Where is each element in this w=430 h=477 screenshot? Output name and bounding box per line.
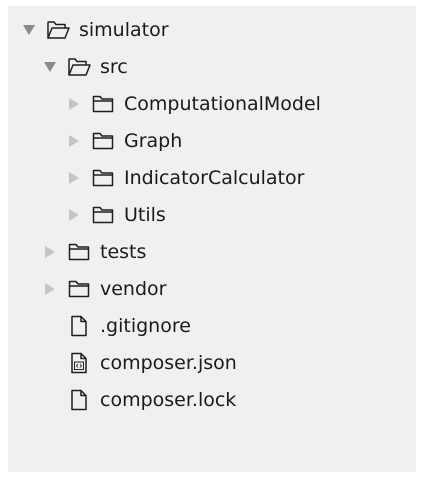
tree-item-label: ComputationalModel: [124, 93, 321, 115]
tree-item-label: IndicatorCalculator: [124, 167, 305, 189]
folder-icon: [67, 234, 91, 270]
tree-item-label: Utils: [124, 204, 166, 226]
tree-item-label: composer.lock: [100, 389, 237, 411]
tree-item-composer-json[interactable]: composer.json: [67, 345, 237, 381]
tree-item-tests[interactable]: tests: [41, 234, 146, 270]
collapsed-arrow-icon[interactable]: [41, 234, 59, 270]
tree-item-simulator[interactable]: simulator: [20, 12, 169, 48]
collapsed-arrow-icon[interactable]: [41, 271, 59, 307]
folder-open-icon: [46, 12, 70, 48]
tree-item-utils[interactable]: Utils: [65, 197, 166, 233]
tree-item-label: vendor: [100, 278, 167, 300]
folder-icon: [91, 86, 115, 122]
folder-icon: [91, 160, 115, 196]
folder-icon: [91, 123, 115, 159]
expanded-arrow-icon[interactable]: [20, 12, 38, 48]
file-icon: [67, 308, 91, 344]
tree-item-label: simulator: [79, 19, 169, 41]
tree-item-gitignore[interactable]: .gitignore: [67, 308, 191, 344]
collapsed-arrow-icon[interactable]: [65, 160, 83, 196]
folder-icon: [91, 197, 115, 233]
collapsed-arrow-icon[interactable]: [65, 123, 83, 159]
folder-open-icon: [67, 49, 91, 85]
tree-item-composer-lock[interactable]: composer.lock: [67, 382, 236, 418]
file-tree-panel: simulator src ComputationalModel Graph I…: [8, 6, 416, 472]
collapsed-arrow-icon[interactable]: [65, 86, 83, 122]
json-file-icon: [67, 345, 91, 381]
tree-item-graph[interactable]: Graph: [65, 123, 182, 159]
tree-item-label: composer.json: [100, 352, 237, 374]
tree-item-vendor[interactable]: vendor: [41, 271, 166, 307]
folder-icon: [67, 271, 91, 307]
tree-item-label: Graph: [124, 130, 183, 152]
tree-item-indicatorcalculator[interactable]: IndicatorCalculator: [65, 160, 304, 196]
tree-item-label: src: [100, 56, 128, 78]
tree-item-computationalmodel[interactable]: ComputationalModel: [65, 86, 321, 122]
collapsed-arrow-icon[interactable]: [65, 197, 83, 233]
tree-item-label: tests: [100, 241, 147, 263]
file-icon: [67, 382, 91, 418]
expanded-arrow-icon[interactable]: [41, 49, 59, 85]
tree-item-label: .gitignore: [100, 315, 191, 337]
tree-item-src[interactable]: src: [41, 49, 128, 85]
